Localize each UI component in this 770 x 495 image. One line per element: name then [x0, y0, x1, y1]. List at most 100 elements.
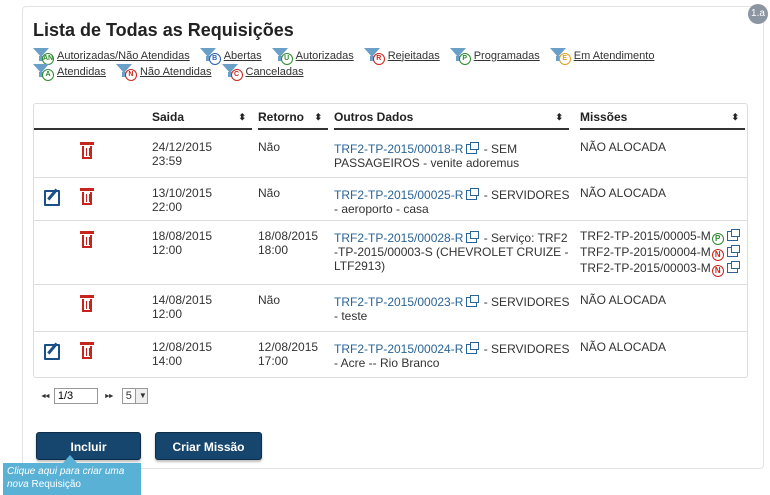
page-input[interactable] — [53, 388, 98, 404]
chevron-down-icon: ▼ — [134, 389, 147, 403]
sort-icon: ⬍ — [731, 112, 739, 122]
trash-icon[interactable] — [80, 231, 94, 248]
requisition-link[interactable]: TRF2-TP-2015/00025-R — [334, 188, 463, 202]
next-page-button[interactable]: ►► — [104, 393, 115, 400]
saida-cell: 14/08/2015 12:00 — [152, 293, 252, 321]
retorno-cell: Não — [258, 186, 328, 200]
retorno-date: Não — [258, 186, 281, 200]
step-badge: 1.a — [748, 4, 768, 24]
missao-entry: NÃO ALOCADA — [580, 186, 750, 200]
filter-label: Não Atendidas — [139, 65, 212, 78]
retorno-date: 12/08/2015 — [258, 340, 319, 354]
saida-time: 12:00 — [152, 307, 183, 321]
requisition-link[interactable]: TRF2-TP-2015/00023-R — [334, 295, 463, 309]
column-header-label: Saida — [152, 110, 185, 124]
column-header-retorno[interactable]: Retorno ⬍ — [258, 104, 328, 130]
missoes-cell: NÃO ALOCADA — [580, 186, 750, 200]
missao-entry: NÃO ALOCADA — [580, 293, 750, 307]
external-link-icon[interactable] — [726, 245, 740, 257]
funnel-icon: R — [363, 48, 386, 65]
external-link-icon[interactable] — [466, 142, 480, 154]
filter-b[interactable]: B Abertas — [199, 48, 262, 65]
page-size-value: 5 — [125, 390, 132, 402]
column-header-saida[interactable]: Saida ⬍ — [152, 104, 252, 130]
filter-e[interactable]: E Em Atendimento — [549, 48, 654, 65]
column-header-outros[interactable]: Outros Dados ⬍ — [334, 104, 569, 130]
saida-date: 24/12/2015 — [152, 140, 213, 154]
funnel-icon: A — [33, 64, 55, 81]
first-page-button[interactable]: ◄◄ — [40, 393, 51, 400]
pagination: ◄◄ ►► 5 ▼ — [40, 388, 148, 404]
tooltip-line: nova Requisição — [7, 478, 137, 491]
missao-text[interactable]: TRF2-TP-2015/00005-M — [580, 229, 711, 243]
requisition-link[interactable]: TRF2-TP-2015/00024-R — [334, 342, 463, 356]
filter-row: AN Autorizadas/Não Atendidas B Abertas U Auto… — [33, 48, 753, 65]
column-header-label: Retorno — [258, 110, 304, 124]
saida-cell: 24/12/2015 23:59 — [152, 140, 252, 168]
filter-r[interactable]: R Rejeitadas — [363, 48, 440, 65]
filter-p[interactable]: P Programadas — [449, 48, 540, 65]
status-code: B — [208, 53, 221, 65]
external-link-icon[interactable] — [726, 261, 740, 273]
missao-text[interactable]: TRF2-TP-2015/00004-M — [580, 245, 711, 259]
filter-c[interactable]: C Canceladas — [221, 64, 304, 81]
status-code: E — [558, 53, 571, 65]
external-link-icon[interactable] — [466, 342, 480, 354]
edit-icon[interactable] — [44, 190, 60, 206]
missao-text[interactable]: TRF2-TP-2015/00003-M — [580, 261, 711, 275]
outros-cell: TRF2-TP-2015/00018-R - SEM PASSAGEIROS -… — [334, 142, 574, 170]
retorno-time: 18:00 — [258, 243, 289, 257]
saida-time: 14:00 — [152, 354, 183, 368]
tooltip: Clique aqui para criar uma nova Requisiç… — [3, 455, 141, 495]
filter-a[interactable]: A Atendidas — [33, 64, 106, 81]
saida-date: 12/08/2015 — [152, 340, 213, 354]
requisition-link[interactable]: TRF2-TP-2015/00028-R — [334, 231, 463, 245]
filter-u[interactable]: U Autorizadas — [271, 48, 354, 65]
edit-icon[interactable] — [44, 344, 60, 360]
retorno-cell: Não — [258, 293, 328, 307]
funnel-icon: N — [115, 64, 138, 81]
saida-cell: 18/08/2015 12:00 — [152, 229, 252, 257]
incluir-button[interactable]: Incluir — [36, 432, 141, 460]
missao-text: NÃO ALOCADA — [580, 293, 667, 307]
trash-icon[interactable] — [80, 295, 94, 312]
saida-time: 23:59 — [152, 154, 183, 168]
missoes-cell: NÃO ALOCADA — [580, 140, 750, 154]
status-code: N — [711, 249, 724, 261]
table-row: 12/08/2015 14:00 12/08/2015 17:00 TRF2-TP-20… — [34, 332, 747, 378]
retorno-date: Não — [258, 140, 281, 154]
saida-date: 14/08/2015 — [152, 293, 213, 307]
saida-date: 13/10/2015 — [152, 186, 213, 200]
outros-cell: TRF2-TP-2015/00024-R - SERVIDORES - Acre… — [334, 342, 574, 370]
filter-n[interactable]: N Não Atendidas — [115, 64, 212, 81]
funnel-icon: AN — [33, 48, 55, 65]
status-code: P — [458, 53, 471, 65]
status-code: C — [230, 69, 243, 81]
page-title: Lista de Todas as Requisições — [33, 20, 294, 40]
filter-label: Rejeitadas — [387, 49, 440, 62]
funnel-icon: E — [549, 48, 572, 65]
tooltip-word: Requisição — [28, 479, 81, 490]
requisitions-table: Saida ⬍ Retorno ⬍ Outros Dados ⬍ Missões… — [33, 103, 748, 378]
trash-icon[interactable] — [80, 342, 94, 359]
trash-icon[interactable] — [80, 188, 94, 205]
trash-icon[interactable] — [80, 142, 94, 159]
external-link-icon[interactable] — [466, 231, 480, 243]
missao-entry: TRF2-TP-2015/00004-M N — [580, 245, 750, 261]
filter-label: Abertas — [223, 49, 262, 62]
external-link-icon[interactable] — [466, 188, 480, 200]
external-link-icon[interactable] — [726, 229, 740, 241]
criar-missao-button[interactable]: Criar Missão — [155, 432, 262, 460]
retorno-cell: 18/08/2015 18:00 — [258, 229, 328, 257]
requisition-link[interactable]: TRF2-TP-2015/00018-R — [334, 142, 463, 156]
column-header-missoes[interactable]: Missões ⬍ — [580, 104, 745, 130]
sort-icon: ⬍ — [314, 112, 322, 122]
saida-time: 22:00 — [152, 200, 183, 214]
retorno-date: Não — [258, 293, 281, 307]
filter-an[interactable]: AN Autorizadas/Não Atendidas — [33, 48, 190, 65]
sort-icon: ⬍ — [555, 112, 563, 122]
external-link-icon[interactable] — [466, 295, 480, 307]
page-size-select[interactable]: 5 ▼ — [121, 388, 148, 404]
missoes-cell: NÃO ALOCADA — [580, 293, 750, 307]
missao-entry: NÃO ALOCADA — [580, 340, 750, 354]
